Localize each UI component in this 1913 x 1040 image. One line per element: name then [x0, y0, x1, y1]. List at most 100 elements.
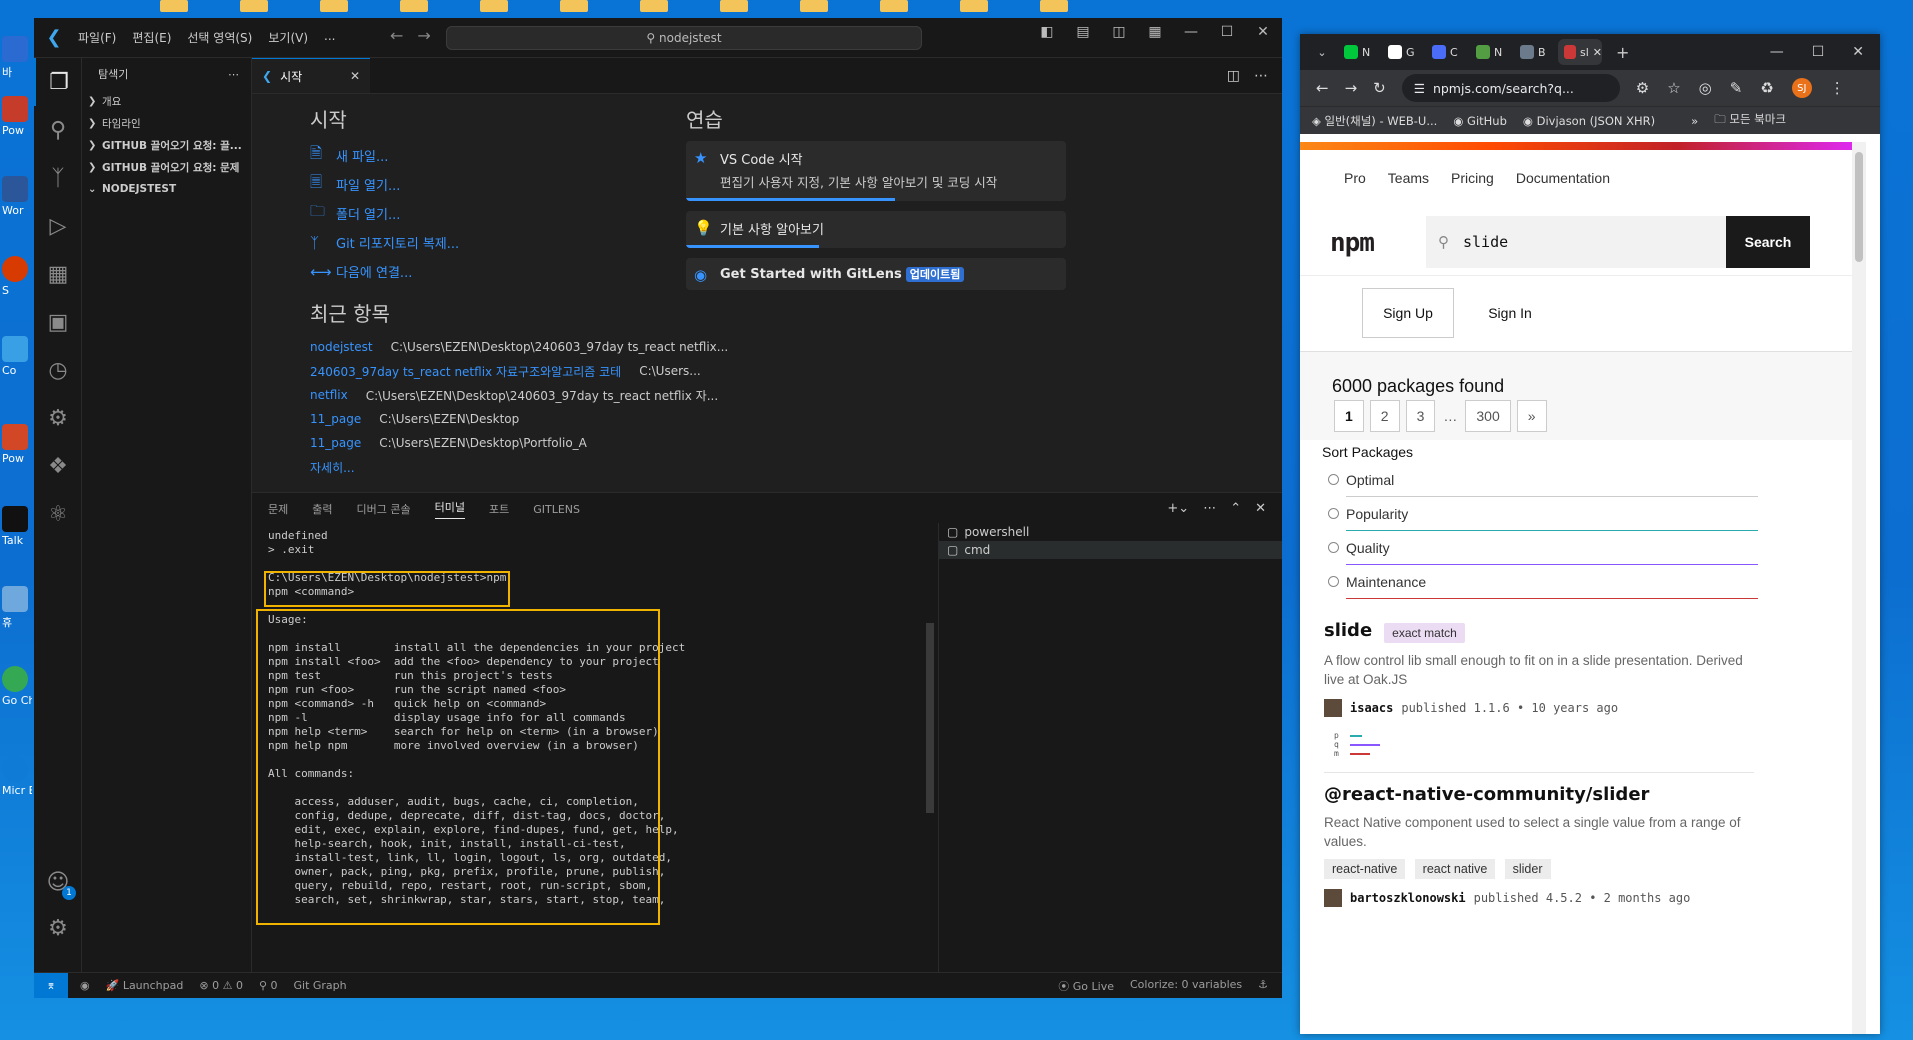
- translate-icon[interactable]: ⚙: [1636, 79, 1649, 97]
- recent-item[interactable]: 11_page C:\Users\EZEN\Desktop: [310, 407, 670, 431]
- maximize-icon[interactable]: ☐: [1216, 24, 1238, 40]
- tab-debug-console[interactable]: 디버그 콘솔: [357, 501, 411, 517]
- close-tab-icon[interactable]: ✕: [1593, 46, 1602, 59]
- forward-arrow-icon[interactable]: →: [417, 26, 430, 45]
- git-graph-status[interactable]: Git Graph: [294, 979, 347, 992]
- toggle-panel-icon[interactable]: ▤: [1072, 24, 1094, 40]
- nav-teams[interactable]: Teams: [1388, 170, 1429, 186]
- recent-item[interactable]: netflix C:\Users\EZEN\Desktop\240603_97da…: [310, 383, 718, 407]
- folder-icon[interactable]: [640, 0, 668, 12]
- folder-icon[interactable]: [880, 0, 908, 12]
- minimize-icon[interactable]: —: [1770, 44, 1784, 60]
- npm-search-input[interactable]: ⚲ slide: [1426, 216, 1726, 268]
- folder-icon[interactable]: [1040, 0, 1068, 12]
- desktop-icon[interactable]: Talk: [2, 506, 32, 547]
- new-file-link[interactable]: 🗎 새 파일...: [310, 141, 670, 170]
- extension-icon[interactable]: ◎: [1699, 79, 1712, 97]
- sign-up-button[interactable]: Sign Up: [1362, 288, 1454, 338]
- timeline-icon[interactable]: ◷: [34, 346, 82, 394]
- npm-search-button[interactable]: Search: [1726, 216, 1810, 268]
- tab-terminal[interactable]: 터미널: [434, 499, 465, 519]
- tab-ports[interactable]: 포트: [489, 501, 509, 517]
- package-name[interactable]: slide: [1324, 620, 1372, 641]
- source-control-icon[interactable]: ᛉ: [34, 154, 82, 202]
- page-1[interactable]: 1: [1334, 400, 1364, 432]
- folder-icon[interactable]: [480, 0, 508, 12]
- folder-icon[interactable]: [400, 0, 428, 12]
- browser-tab[interactable]: N: [1470, 39, 1508, 65]
- remote-indicator-icon[interactable]: ⌆: [34, 972, 68, 998]
- minimize-icon[interactable]: —: [1180, 24, 1202, 40]
- menu-more[interactable]: ...: [324, 29, 335, 46]
- sidebar-item-github-issues[interactable]: ❯ GITHUB 끌어오기 요청: 문제: [82, 156, 251, 178]
- go-live-status[interactable]: ⦿ Go Live: [1058, 978, 1114, 994]
- tab-problems[interactable]: 문제: [268, 501, 288, 517]
- new-terminal-icon[interactable]: +⌄: [1167, 501, 1189, 516]
- desktop-icon[interactable]: Co: [2, 336, 32, 377]
- notifications-bell-icon[interactable]: ⚓: [1258, 978, 1268, 994]
- sidebar-item-nodejstest[interactable]: ⌄ NODEJSTEST: [82, 178, 251, 200]
- extensions-icon[interactable]: ▦: [34, 250, 82, 298]
- layout-icon[interactable]: ▦: [1144, 24, 1166, 40]
- all-bookmarks[interactable]: 🗀 모든 북마크: [1714, 111, 1786, 131]
- walkthrough-vscode-start[interactable]: ★ VS Code 시작 편집기 사용자 지정, 기본 사항 알아보기 및 코딩…: [686, 141, 1066, 201]
- tab-welcome[interactable]: ❮ 시작 ✕: [252, 58, 370, 93]
- explorer-icon[interactable]: ❐: [34, 58, 82, 106]
- folder-icon[interactable]: [240, 0, 268, 12]
- profile-avatar[interactable]: SJ: [1791, 78, 1812, 98]
- page-300[interactable]: 300: [1465, 400, 1511, 432]
- back-arrow-icon[interactable]: ←: [1316, 79, 1329, 97]
- walkthrough-basics[interactable]: 💡 기본 사항 알아보기: [686, 211, 1066, 248]
- ports-status[interactable]: ⚲ 0: [259, 979, 278, 992]
- folder-icon[interactable]: [160, 0, 188, 12]
- tab-output[interactable]: 출력: [312, 501, 332, 517]
- folder-icon[interactable]: [560, 0, 588, 12]
- close-icon[interactable]: ✕: [1252, 24, 1274, 40]
- keyword-tag[interactable]: slider: [1504, 859, 1551, 879]
- more-recent-link[interactable]: 자세히...: [310, 455, 670, 479]
- connect-to-link[interactable]: ⟷ 다음에 연결...: [310, 257, 670, 286]
- recent-item[interactable]: nodejstest C:\Users\EZEN\Desktop\240603_9…: [310, 335, 728, 359]
- more-bookmarks-icon[interactable]: »: [1691, 114, 1698, 128]
- menu-file[interactable]: 파일(F): [78, 29, 116, 46]
- page-2[interactable]: 2: [1369, 400, 1400, 432]
- run-debug-icon[interactable]: ▷: [34, 202, 82, 250]
- sort-popularity[interactable]: Popularity: [1328, 502, 1758, 536]
- toggle-sidebar-icon[interactable]: ◧: [1036, 24, 1058, 40]
- recent-item[interactable]: 240603_97day ts_react netflix 자료구조와알고리즘 …: [310, 359, 701, 383]
- testing-icon[interactable]: ⚛: [34, 490, 82, 538]
- package-name[interactable]: @react-native-community/slider: [1324, 784, 1764, 805]
- settings-gear-icon[interactable]: ⚙: [34, 904, 82, 952]
- desktop-icon[interactable]: Wor: [2, 176, 32, 217]
- open-folder-link[interactable]: 🗀 폴더 열기...: [310, 199, 670, 228]
- sidebar-item-timeline[interactable]: ❯ 타임라인: [82, 112, 251, 134]
- maximize-panel-icon[interactable]: ⌃: [1230, 501, 1241, 516]
- close-tab-icon[interactable]: ✕: [350, 69, 360, 83]
- search-icon[interactable]: ⚲: [34, 106, 82, 154]
- menu-view[interactable]: 보기(V): [268, 29, 308, 46]
- command-center-search[interactable]: ⚲ nodejstest: [446, 26, 922, 50]
- gitlens-icon[interactable]: ⚙: [34, 394, 82, 442]
- folder-icon[interactable]: [800, 0, 828, 12]
- terminal-scrollbar[interactable]: [926, 623, 934, 813]
- chrome-menu-icon[interactable]: ⋮: [1830, 79, 1845, 97]
- sign-in-link[interactable]: Sign In: [1470, 288, 1550, 338]
- browser-tab[interactable]: N: [1338, 39, 1376, 65]
- sort-optimal[interactable]: Optimal: [1328, 468, 1758, 502]
- more-actions-icon[interactable]: ⋯: [1203, 501, 1216, 516]
- walkthrough-gitlens[interactable]: ◉ Get Started with GitLens 업데이트됨: [686, 258, 1066, 290]
- recent-item[interactable]: 11_page C:\Users\EZEN\Desktop\Portfolio_A: [310, 431, 670, 455]
- menu-edit[interactable]: 편집(E): [132, 29, 171, 46]
- folder-icon[interactable]: [720, 0, 748, 12]
- toggle-secondary-sidebar-icon[interactable]: ◫: [1108, 24, 1130, 40]
- pen-icon[interactable]: ✎: [1730, 79, 1743, 97]
- publisher-link[interactable]: isaacs: [1350, 701, 1393, 715]
- open-file-link[interactable]: 🗏 파일 열기...: [310, 170, 670, 199]
- sort-quality[interactable]: Quality: [1328, 536, 1758, 570]
- terminal-item-cmd[interactable]: ▢ cmd: [939, 541, 1282, 559]
- publisher-link[interactable]: bartoszklonowski: [1350, 891, 1466, 905]
- desktop-icon[interactable]: Micr Ed: [2, 756, 32, 797]
- back-arrow-icon[interactable]: ←: [390, 26, 403, 45]
- desktop-icon[interactable]: Pow: [2, 96, 32, 137]
- radio[interactable]: [1328, 474, 1339, 485]
